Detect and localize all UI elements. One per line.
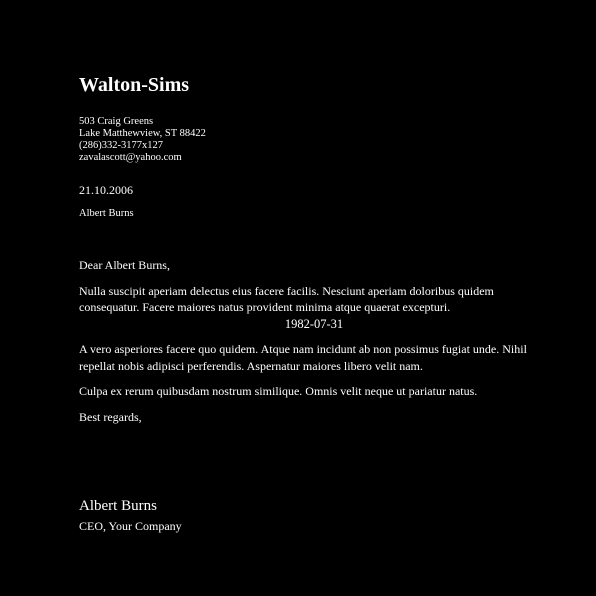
letter-date: 21.10.2006: [79, 183, 133, 197]
letter-body: Dear Albert Burns, Nulla suscipit aperia…: [79, 257, 549, 425]
salutation: Dear Albert Burns,: [79, 258, 170, 272]
paragraph-2: A vero asperiores facere quo quidem. Atq…: [79, 342, 527, 373]
address-city: Lake Matthewview, ST 88422: [79, 128, 206, 139]
inline-date: 1982-07-31: [284, 316, 344, 331]
sender-address: 503 Craig Greens Lake Matthewview, ST 88…: [79, 116, 206, 164]
address-email: zavalascott@yahoo.com: [79, 152, 182, 163]
recipient-name: Albert Burns: [79, 208, 134, 219]
company-name: Walton-Sims: [79, 74, 190, 96]
paragraph-1: Nulla suscipit aperiam delectus eius fac…: [79, 283, 494, 315]
signature-name: Albert Burns: [79, 498, 157, 514]
address-street: 503 Craig Greens: [79, 116, 154, 127]
closing: Best regards,: [79, 409, 142, 424]
address-phone: (286)332-3177x127: [79, 140, 163, 151]
paragraph-3: Culpa ex rerum quibusdam nostrum similiq…: [79, 384, 478, 398]
signature-title: CEO, Your Company: [79, 519, 182, 533]
